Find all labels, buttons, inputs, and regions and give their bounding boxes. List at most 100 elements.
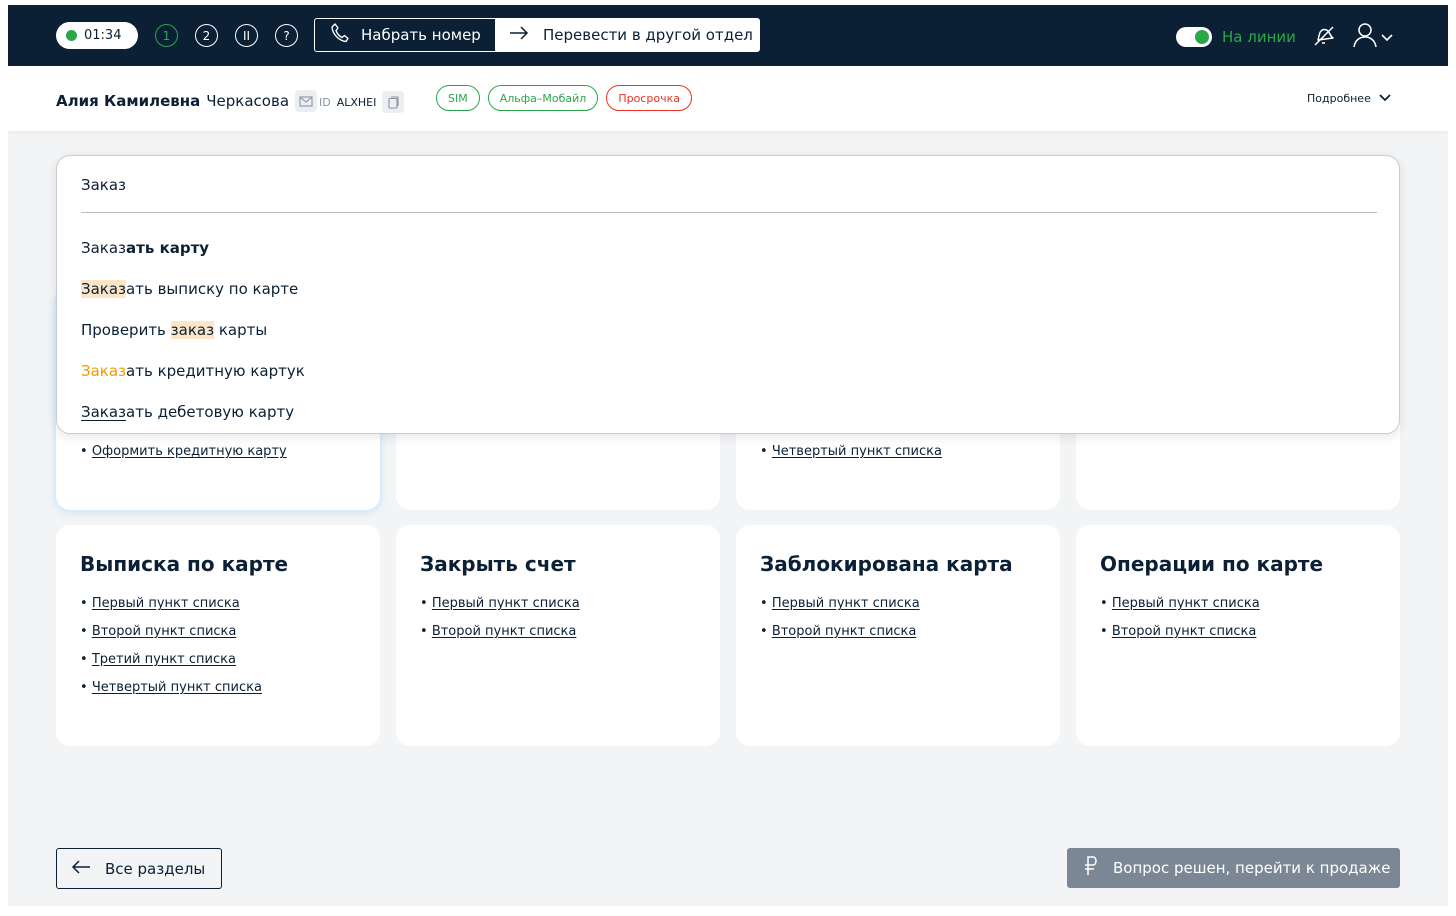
call-active-indicator — [66, 30, 77, 41]
online-toggle[interactable] — [1176, 27, 1212, 47]
topic-link[interactable]: Первый пункт списка — [772, 596, 920, 611]
list-item: • Четвертый пункт списка — [760, 444, 942, 459]
suggestion-item[interactable]: Проверить заказ карты — [81, 309, 305, 350]
client-tags: SIM Альфа–Мобайл Просрочка — [436, 85, 692, 111]
client-id-value: ALXHEI — [336, 95, 377, 109]
list-item: • Первый пункт списка — [420, 596, 580, 611]
app-window: 01:34 1 2 II ? Набрать номер Перевести в… — [8, 5, 1448, 906]
online-status-label: На линии — [1222, 28, 1296, 46]
transfer-call-label: Перевести в другой отдел — [543, 26, 753, 44]
list-item: • Второй пункт списка — [80, 624, 237, 639]
details-label: Подробнее — [1307, 92, 1371, 105]
suggestion-rest: ать дебетовую карту — [126, 402, 295, 421]
bell-off-icon[interactable] — [1312, 24, 1336, 52]
hold-button[interactable]: II — [235, 24, 258, 47]
topic-card-card-blocked[interactable]: Заблокирована карта • Первый пункт списк… — [736, 525, 1060, 746]
suggestion-item[interactable]: Заказ ать карту — [81, 227, 305, 268]
list-item: • Второй пункт списка — [420, 624, 577, 639]
client-name: Алия Камилевна Черкасова — [56, 90, 318, 112]
mail-icon[interactable] — [295, 90, 318, 112]
list-item: • Второй пункт списка — [1100, 624, 1257, 639]
dial-number-label: Набрать номер — [361, 26, 481, 44]
suggestion-match: Заказ — [81, 238, 127, 257]
line-1-button[interactable]: 1 — [155, 24, 178, 47]
topic-link[interactable]: Первый пункт списка — [92, 596, 240, 611]
topic-link[interactable]: Второй пункт списка — [432, 624, 577, 639]
ruble-icon — [1083, 856, 1099, 880]
suggestion-rest: ать карту — [126, 238, 210, 257]
list-item: • Четвертый пункт списка — [80, 680, 262, 695]
topic-card-list: • Первый пункт списка • Второй пункт спи… — [420, 596, 580, 652]
copy-icon[interactable] — [382, 91, 405, 113]
chevron-down-icon — [1380, 28, 1394, 47]
user-menu[interactable] — [1352, 22, 1394, 52]
call-timer-value: 01:34 — [84, 28, 122, 43]
topic-card-card-operations[interactable]: Операции по карте • Первый пункт списка … — [1076, 525, 1400, 746]
suggestion-item[interactable]: Заказ ать дебетовую карту — [81, 391, 305, 432]
client-first-names: Алия Камилевна — [56, 92, 201, 110]
suggestion-rest: карты — [214, 320, 268, 339]
search-input[interactable] — [81, 174, 1081, 196]
topic-link[interactable]: Оформить кредитную карту — [92, 444, 287, 459]
line-2-button[interactable]: 2 — [195, 24, 218, 47]
topic-link[interactable]: Первый пункт списка — [432, 596, 580, 611]
tag-sim: SIM — [436, 85, 480, 111]
topic-link[interactable]: Третий пункт списка — [92, 652, 236, 667]
online-toggle-knob — [1195, 30, 1209, 44]
tag-alfa-mobile: Альфа–Мобайл — [487, 85, 599, 111]
suggestion-item[interactable]: Заказ ать кредитную картук — [81, 350, 305, 391]
client-last-name: Черкасова — [206, 92, 290, 110]
transfer-call-button[interactable]: Перевести в другой отдел — [495, 19, 759, 51]
topic-card-statement[interactable]: Выписка по карте • Первый пункт списка •… — [56, 525, 380, 746]
suggestion-rest: ать кредитную картук — [126, 361, 305, 380]
chevron-down-icon — [1379, 92, 1391, 105]
suggestion-match: Заказ — [81, 402, 127, 421]
topic-card-list: • Оформить кредитную карту — [80, 444, 287, 472]
list-item: • Первый пункт списка — [760, 596, 920, 611]
topic-link[interactable]: Второй пункт списка — [92, 624, 237, 639]
suggestion-match: Заказ — [81, 279, 127, 298]
topic-link[interactable]: Первый пункт списка — [1112, 596, 1260, 611]
call-timer: 01:34 — [56, 22, 138, 49]
list-item: • Первый пункт списка — [1100, 596, 1260, 611]
client-id: ID ALXHEI — [319, 91, 405, 113]
arrow-right-icon — [509, 26, 529, 44]
topic-card-list: • Первый пункт списка • Второй пункт спи… — [1100, 596, 1260, 652]
card-title: Закрыть счет — [420, 552, 576, 576]
topic-link[interactable]: Четвертый пункт списка — [92, 680, 262, 695]
search-divider — [81, 212, 1377, 213]
top-bar: 01:34 1 2 II ? Набрать номер Перевести в… — [8, 5, 1448, 66]
search-suggestions: Заказ ать карту Заказ ать выписку по карте… — [81, 227, 305, 432]
suggestion-rest: ать выписку по карте — [126, 279, 299, 298]
phone-icon — [331, 23, 349, 47]
list-item: • Оформить кредитную карту — [80, 444, 287, 459]
card-title: Выписка по карте — [80, 552, 289, 576]
tag-overdue: Просрочка — [606, 85, 692, 111]
user-icon — [1352, 22, 1378, 52]
client-bar: Алия Камилевна Черкасова ID ALXHEI SIM А… — [8, 66, 1448, 131]
card-title: Операции по карте — [1100, 552, 1324, 576]
resolve-and-sell-button[interactable]: Вопрос решен, перейти к продаже — [1067, 848, 1400, 888]
list-item: • Первый пункт списка — [80, 596, 240, 611]
suggestion-item[interactable]: Заказ ать выписку по карте — [81, 268, 305, 309]
arrow-left-icon — [71, 859, 91, 878]
list-item: • Третий пункт списка — [80, 652, 236, 667]
details-toggle[interactable]: Подробнее — [1307, 92, 1391, 105]
list-item: • Второй пункт списка — [760, 624, 917, 639]
card-title: Заблокирована карта — [760, 552, 1013, 576]
all-sections-label: Все разделы — [105, 859, 206, 878]
resolve-and-sell-label: Вопрос решен, перейти к продаже — [1113, 859, 1391, 877]
suggestion-prefix: Проверить — [81, 320, 171, 339]
topic-link[interactable]: Четвертый пункт списка — [772, 444, 942, 459]
topic-link[interactable]: Второй пункт списка — [1112, 624, 1257, 639]
suggestion-match: Заказ — [81, 361, 127, 380]
dial-number-button[interactable]: Набрать номер — [315, 19, 495, 51]
all-sections-button[interactable]: Все разделы — [56, 848, 222, 889]
topic-link[interactable]: Второй пункт списка — [772, 624, 917, 639]
help-button[interactable]: ? — [275, 24, 298, 47]
topic-card-close-account[interactable]: Закрыть счет • Первый пункт списка • Вто… — [396, 525, 720, 746]
call-actions: Набрать номер Перевести в другой отдел — [314, 18, 760, 52]
suggestion-match: заказ — [170, 320, 215, 339]
client-id-label: ID — [319, 95, 331, 109]
search-dropdown: Заказать карту Заказать выписку по карте… — [56, 155, 1400, 434]
